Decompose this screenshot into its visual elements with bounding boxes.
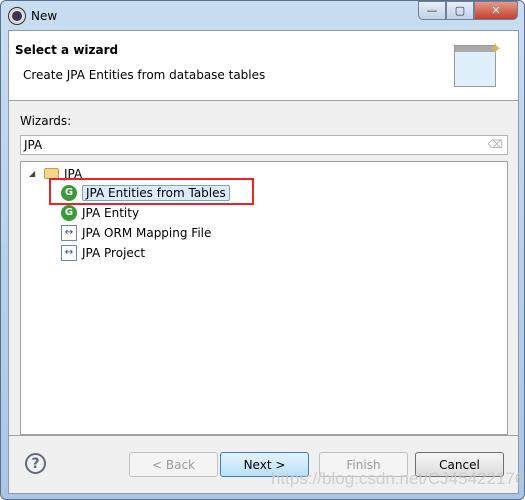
title-bar: New (8, 6, 58, 26)
clear-filter-icon[interactable]: ⌫ (487, 138, 503, 151)
dialog-client: Select a wizard Create JPA Entities from… (8, 30, 525, 494)
watermark: https://blog.csdn.net/CJ454221763 (271, 469, 525, 488)
minimize-button[interactable]: — (418, 1, 446, 20)
divider (9, 435, 518, 436)
highlight-annotation (49, 178, 254, 205)
eclipse-icon (8, 7, 26, 25)
tree-item-label: JPA Entity (82, 205, 140, 220)
page-description: Create JPA Entities from database tables (23, 68, 266, 82)
tree-item-label: JPA ORM Mapping File (82, 225, 212, 240)
maximize-button[interactable]: ▢ (446, 1, 474, 20)
orm-file-icon: ↔ (61, 224, 77, 241)
sparkle-icon: ✦ (488, 39, 502, 58)
back-button[interactable]: < Back (129, 452, 218, 477)
filter-value: JPA (24, 138, 43, 152)
wizard-header: Select a wizard Create JPA Entities from… (9, 31, 518, 101)
close-button[interactable]: ✕ (474, 1, 518, 20)
jpa-entity-icon: G (61, 204, 77, 221)
tree-item[interactable]: ↔ JPA Project (61, 243, 145, 262)
filter-input[interactable]: JPA ⌫ (20, 135, 508, 155)
window-title: New (31, 9, 58, 23)
page-title: Select a wizard (15, 43, 119, 57)
help-icon[interactable]: ? (25, 453, 46, 474)
tree-item[interactable]: ↔ JPA ORM Mapping File (61, 223, 211, 242)
expand-arrow-icon[interactable]: ◢ (29, 169, 39, 178)
tree-item[interactable]: G JPA Entity (61, 203, 139, 222)
dialog-window: New — ▢ ✕ Select a wizard Create JPA Ent… (0, 0, 525, 500)
tree-item-label: JPA Project (82, 245, 146, 260)
jpa-project-icon: ↔ (61, 244, 77, 261)
wizards-label: Wizards: (20, 114, 72, 128)
